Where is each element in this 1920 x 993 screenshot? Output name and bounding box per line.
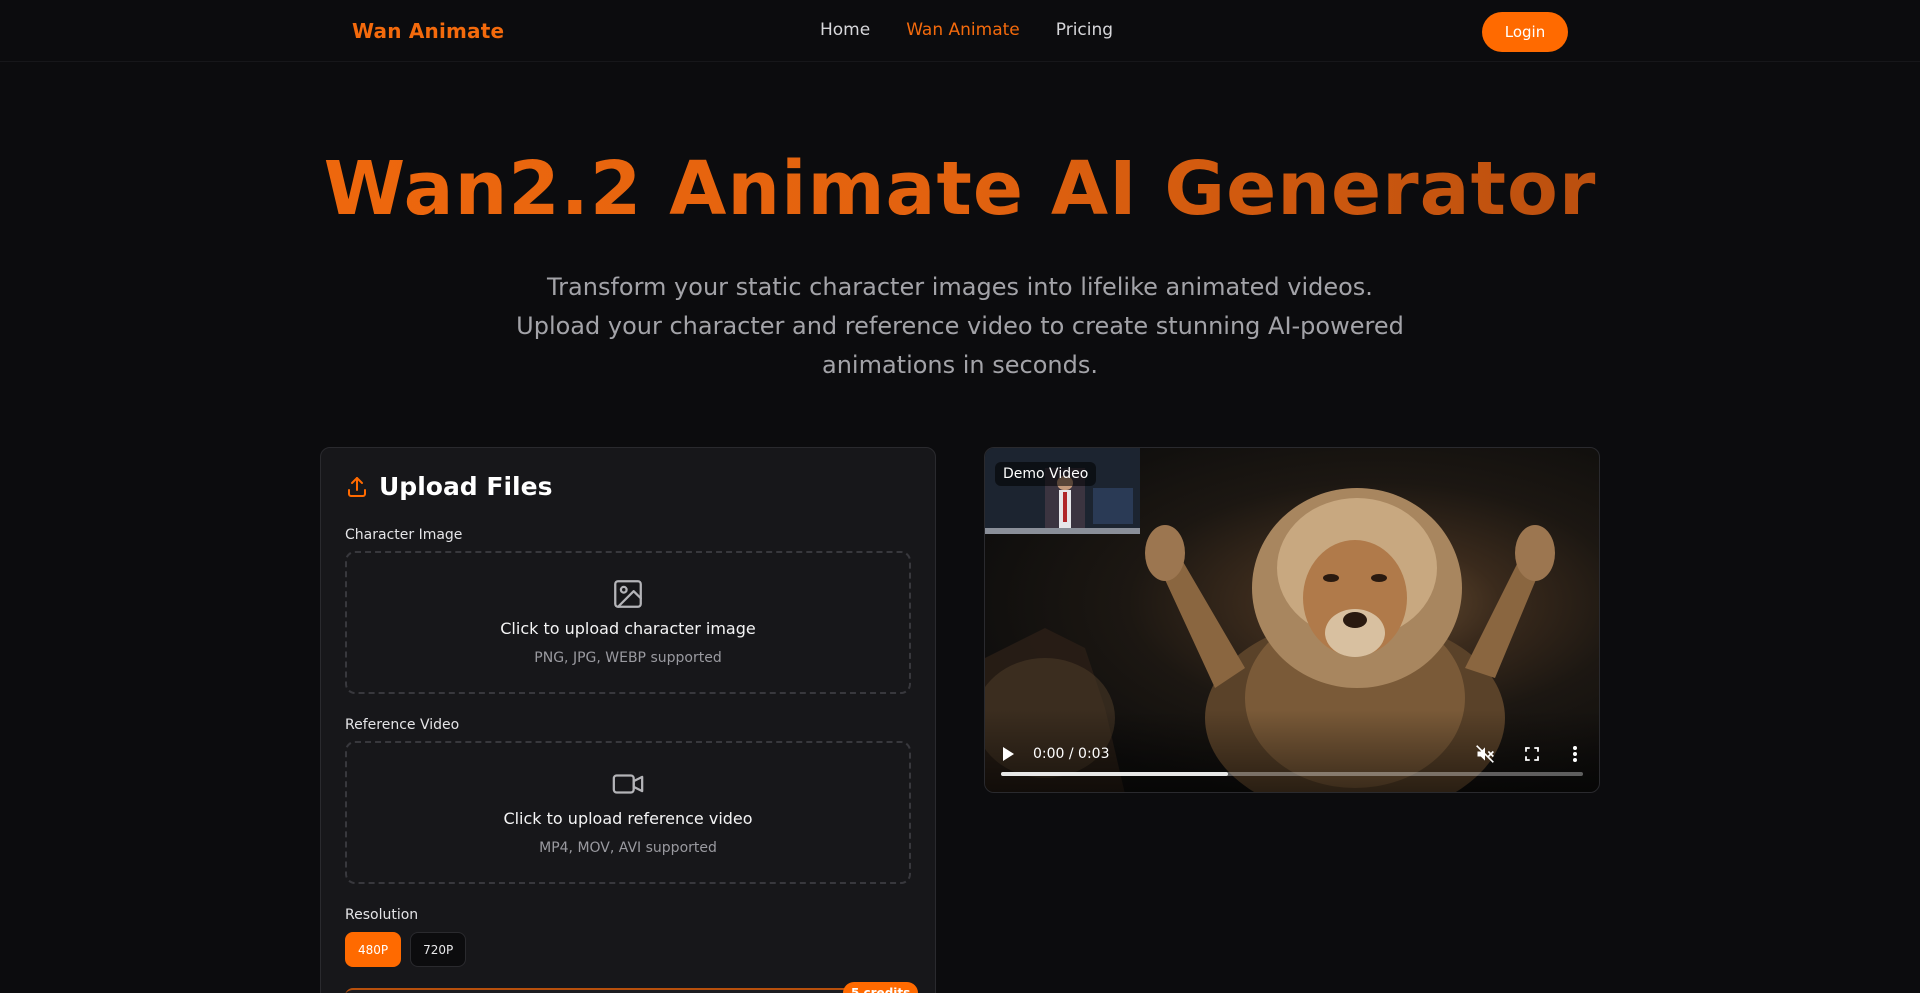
resolution-720p-button[interactable]: 720P [410,932,467,967]
video-upload-prompt: Click to upload reference video [503,809,753,828]
video-progress-bar[interactable] [1001,772,1583,776]
nav-link-wan-animate[interactable]: Wan Animate [906,20,1020,40]
nav-link-pricing[interactable]: Pricing [1056,20,1113,40]
credits-badge: 5 credits [843,982,919,993]
demo-video-player[interactable]: Demo Video 0:00 / 0:03 [984,447,1600,793]
hero-subtitle-line: animations in seconds. [821,351,1098,379]
muted-icon[interactable] [1475,744,1495,764]
login-button[interactable]: Login [1482,12,1568,52]
upload-icon [348,476,366,497]
generate-button[interactable] [345,988,911,993]
upload-card: Upload Files Character Image Click to up… [320,447,936,993]
hero-subtitle-line: Upload your character and reference vide… [516,312,1404,340]
resolution-options: 480P 720P [345,932,467,967]
character-upload-formats: PNG, JPG, WEBP supported [534,650,722,666]
nav-link-home[interactable]: Home [820,20,870,40]
resolution-480p-button[interactable]: 480P [345,932,402,967]
reference-video-dropzone[interactable]: Click to upload reference video MP4, MOV… [345,741,911,884]
hero-title: Wan2.2 Animate AI Generator [0,146,1920,232]
video-progress-fill [1001,772,1228,776]
character-upload-prompt: Click to upload character image [500,619,756,638]
upload-card-header: Upload Files [345,472,552,501]
video-camera-icon [612,774,644,794]
video-controls: 0:00 / 0:03 [985,710,1599,792]
reference-video-label: Reference Video [345,717,460,733]
more-vertical-icon[interactable] [1572,745,1578,763]
play-icon[interactable] [1001,746,1015,762]
brand-logo[interactable]: Wan Animate [352,19,504,43]
video-upload-formats: MP4, MOV, AVI supported [539,840,717,856]
demo-video-badge: Demo Video [995,462,1097,486]
hero-subtitle: Transform your static character images i… [460,268,1460,385]
hero-subtitle-line: Transform your static character images i… [547,273,1373,301]
character-image-dropzone[interactable]: Click to upload character image PNG, JPG… [345,551,911,694]
image-icon [614,580,642,608]
fullscreen-icon[interactable] [1523,745,1541,763]
video-time: 0:00 / 0:03 [1033,746,1110,762]
upload-card-title: Upload Files [379,472,553,501]
resolution-label: Resolution [345,907,419,923]
top-nav: Wan Animate Home Wan Animate Pricing Log… [0,0,1920,62]
character-image-label: Character Image [345,527,463,543]
nav-links: Home Wan Animate Pricing [820,20,1113,40]
